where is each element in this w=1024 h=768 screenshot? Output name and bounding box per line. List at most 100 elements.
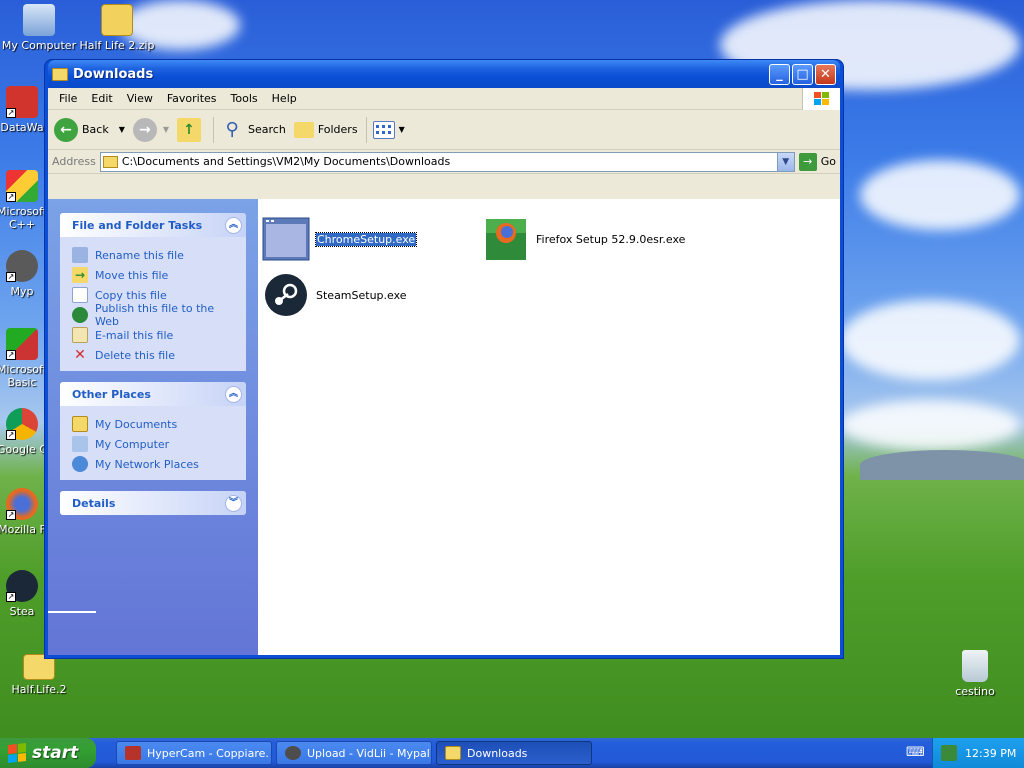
address-bar: Address C:\Documents and Settings\VM2\My… <box>48 150 840 174</box>
place-my-computer[interactable]: My Computer <box>72 434 234 454</box>
raccoon-icon: ↗ <box>6 250 38 282</box>
visual-cpp-icon: ↗ <box>6 170 38 202</box>
desktop-icon-recycle-bin[interactable]: cestino <box>936 650 1014 698</box>
menu-tools[interactable]: Tools <box>224 92 265 105</box>
menu-help[interactable]: Help <box>265 92 304 105</box>
task-email[interactable]: E-mail this file <box>72 325 234 345</box>
task-publish[interactable]: Publish this file to the Web <box>72 302 234 328</box>
address-label: Address <box>52 155 96 168</box>
cloud <box>840 400 1020 450</box>
desktop-icon-half-life-2[interactable]: Half.Life.2 <box>0 654 78 696</box>
address-input[interactable]: C:\Documents and Settings\VM2\My Documen… <box>99 151 795 172</box>
task-rename[interactable]: Rename this file <box>72 245 234 265</box>
desktop-icon-half-life-zip[interactable]: Half Life 2.zip <box>78 4 156 52</box>
task-move[interactable]: → Move this file <box>72 265 234 285</box>
copy-icon <box>72 287 88 303</box>
search-icon: ⚲ <box>225 119 239 140</box>
details-panel: Details ︾ <box>60 491 246 515</box>
toolbar-separator <box>213 116 215 143</box>
folders-button[interactable]: Folders <box>293 121 358 138</box>
menu-file[interactable]: File <box>52 92 84 105</box>
maximize-button[interactable]: □ <box>792 63 813 85</box>
views-grid-icon <box>372 120 395 139</box>
views-button[interactable]: ▼ <box>372 120 405 139</box>
windows-flag-icon <box>8 743 26 763</box>
task-pane: File and Folder Tasks ︽ Rename this file… <box>48 199 258 655</box>
menu-view[interactable]: View <box>120 92 160 105</box>
go-arrow-icon: → <box>798 152 817 171</box>
system-tray: 12:39 PM <box>932 738 1024 768</box>
menu-favorites[interactable]: Favorites <box>160 92 224 105</box>
cloud <box>860 160 1020 230</box>
taskbar-item-downloads[interactable]: Downloads <box>436 741 592 765</box>
panel-header[interactable]: Details ︾ <box>60 491 246 515</box>
taskbar-item-hypercam[interactable]: HyperCam - Coppiare. <box>116 741 272 765</box>
hypercam-icon <box>125 746 141 760</box>
folders-icon <box>293 121 314 138</box>
back-button[interactable]: ← Back ▼ <box>54 117 125 142</box>
up-folder-button[interactable]: ↑ <box>177 117 205 142</box>
forward-button[interactable]: → ▼ <box>132 117 169 142</box>
title-bar[interactable]: Downloads _ □ ✕ <box>48 60 840 88</box>
collapse-chevron-icon[interactable]: ︽ <box>225 385 242 403</box>
file-list[interactable]: ChromeSetup.exe Firefox Setup 52.9.0esr.… <box>258 199 840 655</box>
application-window-icon <box>262 217 310 261</box>
chevron-down-icon[interactable]: ▼ <box>163 125 169 134</box>
back-arrow-icon: ← <box>54 117 78 142</box>
start-button[interactable]: start <box>0 738 96 768</box>
panel-header[interactable]: File and Folder Tasks ︽ <box>60 213 246 237</box>
chevron-down-icon[interactable]: ▼ <box>399 125 405 134</box>
task-delete[interactable]: ✕ Delete this file <box>72 345 234 365</box>
clock[interactable]: 12:39 PM <box>965 747 1016 760</box>
file-folder-tasks-panel: File and Folder Tasks ︽ Rename this file… <box>60 213 246 371</box>
search-button[interactable]: ⚲ Search <box>220 118 285 142</box>
my-documents-icon <box>72 416 88 432</box>
computer-icon <box>72 436 88 452</box>
move-icon: → <box>72 267 88 283</box>
taskbar-item-mypal[interactable]: Upload - VidLii - Mypal <box>276 741 432 765</box>
windows-logo-icon <box>802 88 840 110</box>
forward-arrow-icon: → <box>132 117 157 142</box>
computer-icon <box>23 4 55 36</box>
firefox-icon: ↗ <box>6 488 38 520</box>
minimize-button[interactable]: _ <box>769 63 790 85</box>
panel-header[interactable]: Other Places ︽ <box>60 382 246 406</box>
address-dropdown-button[interactable]: ▼ <box>776 152 794 171</box>
shortcut-arrow-icon: ↗ <box>6 350 16 360</box>
desktop-icon-my-computer[interactable]: My Computer <box>0 4 78 52</box>
cloud <box>840 300 1020 380</box>
folder-icon <box>445 746 461 760</box>
chevron-down-icon[interactable]: ▼ <box>119 125 125 134</box>
place-my-documents[interactable]: My Documents <box>72 414 234 434</box>
explorer-content: File and Folder Tasks ︽ Rename this file… <box>48 199 840 655</box>
close-button[interactable]: ✕ <box>815 63 836 85</box>
go-button[interactable]: → Go <box>798 152 836 171</box>
file-item-firefox-setup[interactable]: Firefox Setup 52.9.0esr.exe <box>482 217 685 261</box>
network-tray-icon[interactable] <box>941 745 957 761</box>
distant-hills <box>860 450 1024 480</box>
network-globe-icon <box>72 456 88 472</box>
firefox-installer-icon <box>486 219 526 260</box>
address-value: C:\Documents and Settings\VM2\My Documen… <box>121 155 451 168</box>
expand-chevron-icon[interactable]: ︾ <box>225 494 242 512</box>
shortcut-arrow-icon: ↗ <box>6 592 16 602</box>
shortcut-arrow-icon: ↗ <box>6 510 16 520</box>
explorer-window[interactable]: Downloads _ □ ✕ File Edit View Favorites… <box>44 59 844 659</box>
datawarehouse-icon: ↗ <box>6 86 38 118</box>
file-item-steamsetup[interactable]: SteamSetup.exe <box>262 273 407 317</box>
steam-icon <box>265 274 307 316</box>
shortcut-arrow-icon: ↗ <box>6 192 16 202</box>
keyboard-icon[interactable]: ⌨ <box>906 745 925 761</box>
up-folder-icon: ↑ <box>177 117 202 142</box>
raccoon-icon <box>285 746 301 760</box>
stray-line <box>48 611 96 613</box>
collapse-chevron-icon[interactable]: ︽ <box>225 216 242 234</box>
toolbar: ← Back ▼ → ▼ ↑ ⚲ Search Folders ▼ <box>48 110 840 150</box>
menu-edit[interactable]: Edit <box>84 92 119 105</box>
file-item-chromesetup[interactable]: ChromeSetup.exe <box>262 217 418 261</box>
visual-basic-icon: ↗ <box>6 328 38 360</box>
shortcut-arrow-icon: ↗ <box>6 272 16 282</box>
other-places-panel: Other Places ︽ My Documents My Computer … <box>60 382 246 480</box>
chrome-icon: ↗ <box>6 408 38 440</box>
place-my-network-places[interactable]: My Network Places <box>72 454 234 474</box>
